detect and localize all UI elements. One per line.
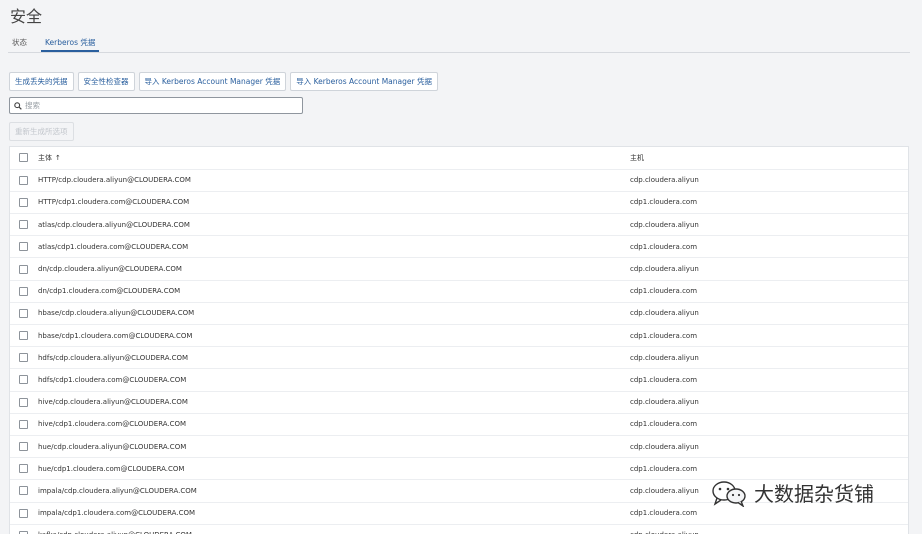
toolbar: 生成丢失的凭据 安全性检查器 导入 Kerberos Account Manag… bbox=[9, 72, 438, 91]
row-checkbox[interactable] bbox=[19, 242, 28, 252]
table-row[interactable]: hbase/cdp.cloudera.aliyun@CLOUDERA.COM cd… bbox=[10, 302, 908, 326]
security-inspector-button[interactable]: 安全性检查器 bbox=[77, 72, 135, 91]
row-checkbox[interactable] bbox=[19, 397, 28, 407]
host-column-header[interactable]: 主机 bbox=[630, 147, 908, 170]
table-row[interactable]: dn/cdp1.cloudera.com@CLOUDERA.COM cdp1.cl… bbox=[10, 280, 908, 303]
row-checkbox[interactable] bbox=[19, 308, 28, 318]
principal-cell: dn/cdp.cloudera.aliyun@CLOUDERA.COM bbox=[38, 257, 630, 281]
credentials-table: 主体 ↑ 主机 HTTP/cdp.cloudera.aliyun@CLOUDERA… bbox=[9, 146, 909, 534]
table-row[interactable]: hive/cdp.cloudera.aliyun@CLOUDERA.COM cdp… bbox=[10, 391, 908, 414]
host-cell: cdp1.cloudera.com bbox=[630, 235, 908, 259]
search-icon bbox=[14, 101, 22, 110]
principal-cell: impala/cdp1.cloudera.com@CLOUDERA.COM bbox=[38, 502, 630, 525]
row-checkbox[interactable] bbox=[19, 464, 28, 474]
sort-ascending-icon: ↑ bbox=[55, 153, 61, 162]
row-checkbox[interactable] bbox=[19, 486, 28, 496]
principal-header-label: 主体 bbox=[38, 153, 52, 162]
host-cell: cdp.cloudera.aliyun bbox=[630, 302, 908, 326]
watermark-text: 大数据杂货铺 bbox=[754, 482, 874, 506]
row-checkbox[interactable] bbox=[19, 419, 28, 429]
host-cell: cdp.cloudera.aliyun bbox=[630, 213, 908, 237]
table-row[interactable]: dn/cdp.cloudera.aliyun@CLOUDERA.COM cdp.c… bbox=[10, 257, 908, 281]
principal-cell: atlas/cdp.cloudera.aliyun@CLOUDERA.COM bbox=[38, 213, 630, 237]
host-cell: cdp.cloudera.aliyun bbox=[630, 346, 908, 370]
row-checkbox[interactable] bbox=[19, 331, 28, 341]
host-cell: cdp1.cloudera.com bbox=[630, 324, 908, 348]
host-cell: cdp.cloudera.aliyun bbox=[630, 391, 908, 414]
tab-kerberos-credentials[interactable]: Kerberos 凭据 bbox=[41, 30, 100, 52]
tab-bar: 状态 Kerberos 凭据 bbox=[8, 30, 910, 53]
row-checkbox[interactable] bbox=[19, 508, 28, 518]
page-title: 安全 bbox=[10, 7, 43, 26]
regenerate-selected-button[interactable]: 重新生成所选项 bbox=[9, 122, 74, 141]
table-row[interactable]: hbase/cdp1.cloudera.com@CLOUDERA.COM cdp1… bbox=[10, 324, 908, 348]
host-cell: cdp1.cloudera.com bbox=[630, 368, 908, 392]
host-cell: cdp1.cloudera.com bbox=[630, 457, 908, 481]
table-row[interactable]: hue/cdp.cloudera.aliyun@CLOUDERA.COM cdp.… bbox=[10, 435, 908, 459]
principal-cell: HTTP/cdp1.cloudera.com@CLOUDERA.COM bbox=[38, 191, 630, 215]
principal-cell: impala/cdp.cloudera.aliyun@CLOUDERA.COM bbox=[38, 479, 630, 503]
principal-cell: hbase/cdp.cloudera.aliyun@CLOUDERA.COM bbox=[38, 302, 630, 326]
principal-cell: HTTP/cdp.cloudera.aliyun@CLOUDERA.COM bbox=[38, 169, 630, 192]
generate-missing-credentials-button[interactable]: 生成丢失的凭据 bbox=[9, 72, 74, 91]
row-checkbox[interactable] bbox=[19, 220, 28, 230]
row-checkbox[interactable] bbox=[19, 197, 28, 207]
wechat-icon bbox=[712, 480, 746, 507]
row-checkbox[interactable] bbox=[19, 264, 28, 274]
select-all-checkbox[interactable] bbox=[19, 153, 28, 163]
principal-cell: hdfs/cdp.cloudera.aliyun@CLOUDERA.COM bbox=[38, 346, 630, 370]
principal-column-header[interactable]: 主体 ↑ bbox=[38, 147, 630, 170]
table-header-row: 主体 ↑ 主机 bbox=[10, 147, 908, 170]
table-row[interactable]: atlas/cdp1.cloudera.com@CLOUDERA.COM cdp1… bbox=[10, 235, 908, 259]
watermark: 大数据杂货铺 bbox=[710, 478, 874, 507]
principal-cell: atlas/cdp1.cloudera.com@CLOUDERA.COM bbox=[38, 235, 630, 259]
principal-cell: hue/cdp.cloudera.aliyun@CLOUDERA.COM bbox=[38, 435, 630, 459]
row-checkbox[interactable] bbox=[19, 353, 28, 363]
table-row[interactable]: hdfs/cdp1.cloudera.com@CLOUDERA.COM cdp1.… bbox=[10, 368, 908, 392]
table-row[interactable]: kafka/cdp.cloudera.aliyun@CLOUDERA.COMcd… bbox=[10, 524, 908, 534]
row-checkbox[interactable] bbox=[19, 442, 28, 452]
row-checkbox[interactable] bbox=[19, 175, 28, 185]
host-cell: cdp1.cloudera.com bbox=[630, 191, 908, 215]
principal-cell: hdfs/cdp1.cloudera.com@CLOUDERA.COM bbox=[38, 368, 630, 392]
host-cell: cdp1.cloudera.com bbox=[630, 280, 908, 303]
principal-cell: hue/cdp1.cloudera.com@CLOUDERA.COM bbox=[38, 457, 630, 481]
principal-cell: dn/cdp1.cloudera.com@CLOUDERA.COM bbox=[38, 280, 630, 303]
table-row[interactable]: atlas/cdp.cloudera.aliyun@CLOUDERA.COM cd… bbox=[10, 213, 908, 237]
search-box bbox=[9, 97, 303, 114]
host-cell: cdp1.cloudera.com bbox=[630, 413, 908, 436]
row-checkbox[interactable] bbox=[19, 375, 28, 385]
principal-cell: kafka/cdp.cloudera.aliyun@CLOUDERA.COM bbox=[38, 524, 630, 534]
principal-cell: hive/cdp1.cloudera.com@CLOUDERA.COM bbox=[38, 413, 630, 436]
host-cell: cdp.cloudera.aliyun bbox=[630, 257, 908, 281]
principal-cell: hive/cdp.cloudera.aliyun@CLOUDERA.COM bbox=[38, 391, 630, 414]
import-kam-credentials-button-2[interactable]: 导入 Kerberos Account Manager 凭据 bbox=[290, 72, 438, 91]
table-row[interactable]: HTTP/cdp.cloudera.aliyun@CLOUDERA.COM cdp… bbox=[10, 169, 908, 192]
tab-status[interactable]: 状态 bbox=[8, 30, 31, 52]
principal-cell: hbase/cdp1.cloudera.com@CLOUDERA.COM bbox=[38, 324, 630, 348]
table-row[interactable]: hive/cdp1.cloudera.com@CLOUDERA.COM cdp1.… bbox=[10, 413, 908, 436]
table-row[interactable]: hue/cdp1.cloudera.com@CLOUDERA.COM cdp1.c… bbox=[10, 457, 908, 481]
table-row[interactable]: hdfs/cdp.cloudera.aliyun@CLOUDERA.COM cdp… bbox=[10, 346, 908, 370]
host-cell: cdp.cloudera.aliyun bbox=[630, 435, 908, 459]
row-checkbox[interactable] bbox=[19, 286, 28, 296]
search-input[interactable] bbox=[25, 101, 302, 110]
table-row[interactable]: HTTP/cdp1.cloudera.com@CLOUDERA.COM cdp1.… bbox=[10, 191, 908, 215]
host-cell: cdp.cloudera.aliyun bbox=[630, 524, 908, 534]
import-kam-credentials-button[interactable]: 导入 Kerberos Account Manager 凭据 bbox=[138, 72, 287, 91]
host-cell: cdp.cloudera.aliyun bbox=[630, 169, 908, 192]
